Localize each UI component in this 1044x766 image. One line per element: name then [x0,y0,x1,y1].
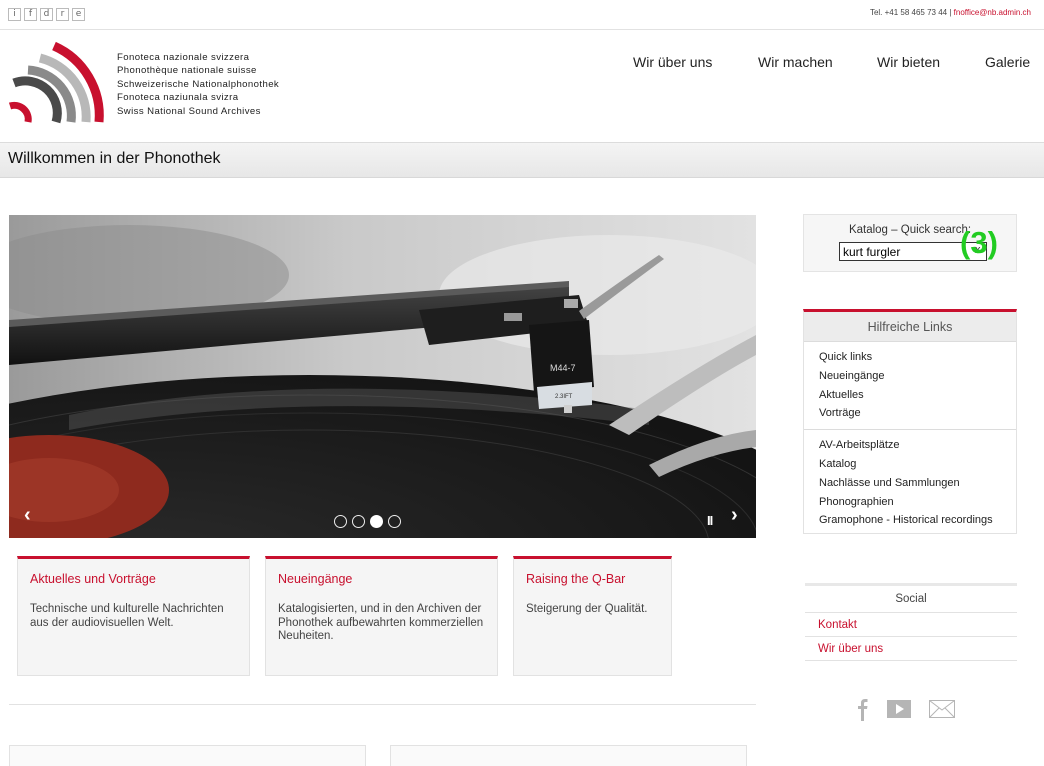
language-link-rm[interactable]: r [56,8,69,21]
contact-phone: Tel. +41 58 465 73 44 | [869,8,954,17]
link-vortraege[interactable]: Vorträge [819,404,1001,423]
institution-name-en: Swiss National Sound Archives [117,105,261,117]
helpful-links-title: Hilfreiche Links [804,312,1016,342]
institution-name-rm: Fonoteca naziunala svizra [117,92,239,104]
link-kontakt[interactable]: Kontakt [805,613,1017,637]
feature-text: Katalogisierten, und in den Archiven der… [278,603,484,642]
feature-box-neueingaenge[interactable]: Neueingänge Katalogisierten, und in den … [265,556,498,676]
link-av-arbeitsplaetze[interactable]: AV-Arbeitsplätze [819,436,1001,455]
page-title-band: Willkommen in der Phonothek [0,142,1044,178]
link-gramophone[interactable]: Gramophone - Historical recordings [819,511,1001,530]
feature-text: Steigerung der Qualität. [526,603,648,615]
institution-name-fr: Phonothèque nationale suisse [117,65,257,77]
email-icon[interactable] [929,700,955,718]
social-icons [855,697,955,721]
page-title: Willkommen in der Phonothek [8,150,221,167]
carousel-dots [334,515,401,528]
helpful-links-panel: Hilfreiche Links Quick links Neueingänge… [803,309,1017,534]
annotation-marker: (3) [960,225,998,260]
institution-name-it: Fonoteca nazionale svizzera [117,52,250,63]
youtube-icon[interactable] [887,700,911,718]
top-bar: i f d r e Tel. +41 58 465 73 44 | fnoffi… [0,0,1044,30]
turntable-image: M44-7 2.3IFT [9,215,756,538]
helpful-links-group-1: Quick links Neueingänge Aktuelles Vorträ… [804,342,1016,425]
social-panel: Social Kontakt Wir über uns [805,583,1017,661]
language-link-de[interactable]: d [40,8,53,21]
feature-text: Technische und kulturelle Nachrichten au… [30,603,224,629]
language-switcher: i f d r e [8,8,85,21]
institution-name: Fonoteca nazionale svizzera Phonothèque … [117,51,279,118]
logo-icon[interactable] [8,36,108,128]
bottom-box-left [9,745,366,766]
divider [9,704,756,705]
contact-info: Tel. +41 58 465 73 44 | fnoffice@nb.admi… [870,8,1031,17]
language-link-fr[interactable]: f [24,8,37,21]
link-wir-ueber-uns[interactable]: Wir über uns [805,637,1017,661]
institution-name-de: Schweizerische Nationalphonothek [117,78,280,90]
carousel-dot-2[interactable] [352,515,365,528]
feature-box-q-bar[interactable]: Raising the Q-Bar Steigerung der Qualitä… [513,556,672,676]
carousel-dot-1[interactable] [334,515,347,528]
nav-wir-machen[interactable]: Wir machen [758,54,833,70]
language-link-en[interactable]: e [72,8,85,21]
nav-wir-bieten[interactable]: Wir bieten [877,54,940,70]
carousel-prev-button[interactable]: ‹ [24,505,31,525]
link-katalog[interactable]: Katalog [819,455,1001,474]
link-neueingaenge[interactable]: Neueingänge [819,367,1001,386]
facebook-icon[interactable] [855,697,869,721]
carousel-pause-button[interactable]: II [707,513,713,528]
nav-galerie[interactable]: Galerie [985,54,1030,70]
bottom-box-right [390,745,747,766]
nav-wir-ueber-uns[interactable]: Wir über uns [633,54,712,70]
language-link-it[interactable]: i [8,8,21,21]
helpful-links-group-2: AV-Arbeitsplätze Katalog Nachlässe und S… [804,430,1016,532]
stylus-label: 2.3IFT [555,394,573,400]
link-quick-links[interactable]: Quick links [819,348,1001,367]
carousel-next-button[interactable]: › [731,505,738,525]
image-carousel: M44-7 2.3IFT [9,215,756,538]
feature-title[interactable]: Neueingänge [278,572,485,586]
feature-title[interactable]: Aktuelles und Vorträge [30,572,237,586]
cartridge-model-label: M44-7 [550,363,576,373]
contact-email-link[interactable]: fnoffice@nb.admin.ch [954,8,1031,17]
carousel-dot-3[interactable] [370,515,383,528]
link-aktuelles[interactable]: Aktuelles [819,386,1001,405]
link-nachlaesse[interactable]: Nachlässe und Sammlungen [819,474,1001,493]
feature-title[interactable]: Raising the Q-Bar [526,572,659,586]
carousel-dot-4[interactable] [388,515,401,528]
social-title: Social [805,586,1017,613]
link-phonographien[interactable]: Phonographien [819,493,1001,512]
feature-box-aktuelles[interactable]: Aktuelles und Vorträge Technische und ku… [17,556,250,676]
